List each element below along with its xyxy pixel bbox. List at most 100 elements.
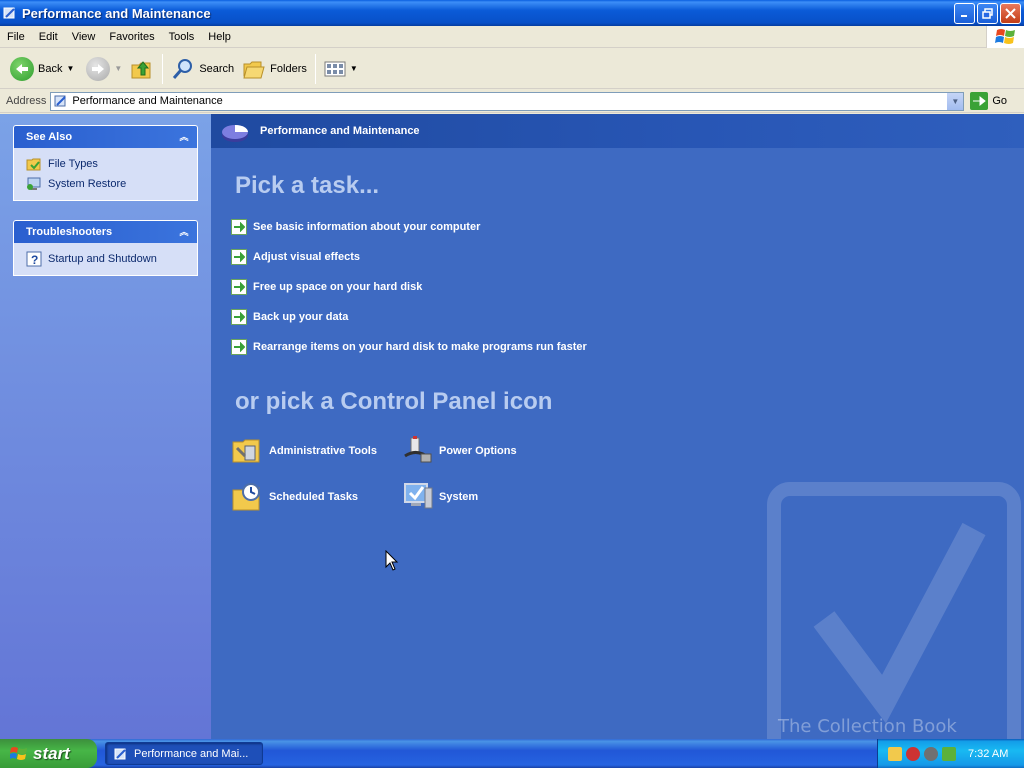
cp-icon-scheduled-tasks[interactable]: Scheduled Tasks (231, 480, 358, 514)
taskbar-item-window[interactable]: Performance and Mai... (105, 742, 263, 765)
tray-security-icon[interactable] (906, 746, 920, 761)
explorer-window: Performance and Maintenance File Edit Vi… (0, 0, 1024, 739)
task-link[interactable]: Adjust visual effects (231, 249, 360, 265)
see-also-box: See Also ︽ File Types System Restore (13, 125, 198, 201)
windows-logo-icon (986, 26, 1024, 48)
cp-icon-label: Power Options (439, 445, 517, 457)
mouse-cursor-icon (385, 550, 399, 571)
troubleshooters-box: Troubleshooters ︽ ? Startup and Shutdown (13, 220, 198, 276)
address-value: Performance and Maintenance (72, 95, 223, 107)
green-arrow-icon (231, 219, 247, 235)
up-folder-button[interactable] (126, 52, 158, 86)
forward-button[interactable]: ▼ (78, 52, 126, 86)
category-title: Performance and Maintenance (260, 125, 420, 137)
sidebar-item-label: Startup and Shutdown (48, 253, 157, 265)
search-button[interactable]: Search (167, 52, 238, 86)
sidebar-item-startup-shutdown[interactable]: ? Startup and Shutdown (26, 249, 197, 269)
start-button[interactable]: start (0, 739, 97, 768)
address-dropdown-icon[interactable]: ▼ (946, 92, 964, 110)
toolbar-separator (162, 53, 164, 84)
title-bar[interactable]: Performance and Maintenance (0, 0, 1024, 26)
sidebar-item-file-types[interactable]: File Types (26, 154, 197, 174)
tray-clock[interactable]: 7:32 AM (968, 748, 1008, 760)
search-icon (173, 58, 193, 79)
cp-icon-power-options[interactable]: Power Options (401, 434, 517, 468)
cp-icon-administrative-tools[interactable]: Administrative Tools (231, 434, 377, 468)
background-watermark-icon (767, 482, 1021, 739)
minimize-button[interactable] (954, 3, 975, 24)
system-restore-icon (27, 177, 41, 190)
views-button[interactable]: ▼ (320, 52, 362, 86)
see-also-header[interactable]: See Also ︽ (13, 125, 198, 148)
menu-bar: File Edit View Favorites Tools Help (0, 26, 1024, 48)
go-label: Go (992, 95, 1008, 107)
control-panel-icon (3, 7, 15, 19)
category-header: Performance and Maintenance (211, 114, 1024, 148)
svg-text:?: ? (31, 253, 38, 267)
close-button[interactable] (1000, 3, 1021, 24)
back-button[interactable]: Back ▼ (6, 52, 78, 86)
collapse-chevron-icon[interactable]: ︽ (177, 130, 191, 144)
performance-pie-icon (222, 125, 248, 142)
go-arrow-icon (970, 92, 989, 110)
tray-volume-icon[interactable] (924, 746, 938, 761)
troubleshooters-title: Troubleshooters (26, 226, 113, 238)
address-input[interactable]: Performance and Maintenance ▼ (50, 91, 965, 111)
views-dropdown-icon[interactable]: ▼ (350, 64, 358, 73)
task-label: Back up your data (253, 311, 349, 323)
sidebar-item-system-restore[interactable]: System Restore (26, 174, 197, 194)
start-label: start (33, 743, 70, 763)
folders-button[interactable]: Folders (238, 52, 311, 86)
pick-icon-heading: or pick a Control Panel icon (235, 388, 553, 415)
task-label: Free up space on your hard disk (253, 281, 423, 293)
cp-icon-system[interactable]: System (401, 480, 478, 514)
cp-icon-label: Scheduled Tasks (269, 491, 359, 503)
menu-help[interactable]: Help (201, 26, 238, 48)
menu-tools[interactable]: Tools (162, 26, 202, 48)
menu-favorites[interactable]: Favorites (102, 26, 161, 48)
green-arrow-icon (231, 339, 247, 355)
restore-button[interactable] (977, 3, 998, 24)
power-options-icon (404, 436, 432, 463)
sidebar-item-label: File Types (48, 158, 98, 170)
task-pane: See Also ︽ File Types System Restore Tro… (0, 114, 211, 739)
taskbar: start Performance and Mai... 7:32 AM (0, 739, 1024, 768)
toolbar-separator (314, 53, 316, 84)
control-panel-icon (54, 95, 67, 107)
views-icon (324, 61, 346, 76)
window-title: Performance and Maintenance (22, 5, 211, 21)
help-icon: ? (26, 251, 42, 267)
forward-dropdown-icon[interactable]: ▼ (114, 64, 122, 73)
system-icon (404, 483, 433, 509)
task-link[interactable]: Free up space on your hard disk (231, 279, 422, 295)
back-label: Back (38, 62, 63, 75)
tray-network-icon[interactable] (888, 746, 902, 761)
task-link[interactable]: Rearrange items on your hard disk to mak… (231, 339, 587, 355)
search-label: Search (199, 62, 235, 75)
task-link[interactable]: Back up your data (231, 309, 348, 325)
task-label: Rearrange items on your hard disk to mak… (253, 341, 587, 353)
menu-view[interactable]: View (65, 26, 103, 48)
menu-file[interactable]: File (0, 26, 32, 48)
taskbar-item-label: Performance and Mai... (134, 747, 249, 760)
troubleshooters-header[interactable]: Troubleshooters ︽ (13, 220, 198, 243)
administrative-tools-icon (232, 439, 260, 463)
forward-arrow-icon (86, 56, 111, 81)
task-label: Adjust visual effects (253, 251, 360, 263)
scheduled-tasks-icon (232, 483, 260, 511)
back-dropdown-icon[interactable]: ▼ (66, 64, 74, 73)
pick-task-heading: Pick a task... (235, 172, 380, 199)
watermark-text: The Collection Book (778, 716, 957, 737)
tray-app-icon[interactable] (942, 746, 956, 761)
task-label: See basic information about your compute… (253, 221, 481, 233)
toolbar: Back ▼ ▼ Search Folders ▼ (0, 49, 1024, 89)
menu-edit[interactable]: Edit (32, 26, 65, 48)
cp-icon-label: Administrative Tools (269, 445, 377, 457)
file-types-icon (26, 158, 41, 171)
collapse-chevron-icon[interactable]: ︽ (177, 225, 191, 239)
task-link[interactable]: See basic information about your compute… (231, 219, 480, 235)
go-button[interactable]: Go (970, 92, 1011, 110)
cp-icon-label: System (439, 491, 479, 503)
see-also-title: See Also (26, 131, 73, 143)
folders-label: Folders (270, 62, 307, 75)
